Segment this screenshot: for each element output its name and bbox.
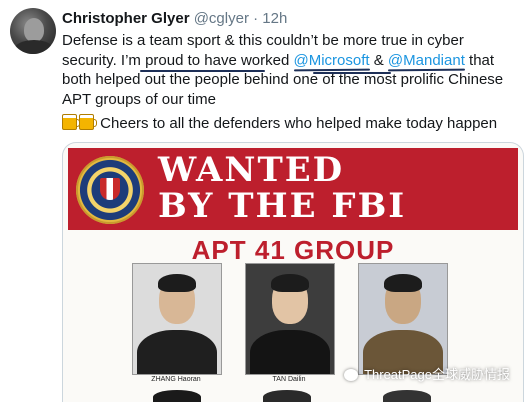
apt41-title: APT 41 GROUP: [191, 235, 395, 265]
avatar[interactable]: [10, 8, 56, 54]
hand-underline: [140, 70, 265, 72]
cheers-text: Cheers to all the defenders who helped m…: [100, 115, 498, 132]
avatar-shoulders: [14, 40, 54, 54]
tweet-time[interactable]: 12h: [262, 10, 287, 27]
wanted-banner: WANTED BY THE FBI: [68, 148, 518, 230]
photo-body: [137, 330, 217, 374]
suspect-photo-partial: [383, 390, 431, 402]
time-separator: ·: [253, 10, 259, 27]
suspect-caption: TAN Dailin: [272, 376, 306, 383]
suspect-photo: [358, 263, 448, 375]
mention-mandiant[interactable]: @Mandiant: [388, 52, 465, 69]
wanted-line: WANTED: [158, 150, 345, 190]
suspect-photo-partial: [263, 390, 311, 402]
hand-underline: [313, 72, 391, 74]
tweet-text: Defense is a team sport & this couldn’t …: [62, 31, 522, 109]
author-handle[interactable]: @cglyer: [194, 10, 249, 27]
by-the-fbi-line: BY THE FBI: [158, 186, 407, 226]
wanted-poster-image[interactable]: WANTED BY THE FBI APT 41 GROUP ZHANG Hao…: [62, 142, 524, 402]
cheers-line: Cheers to all the defenders who helped m…: [62, 114, 497, 132]
beer-mug-icon: [79, 114, 97, 130]
suspect-photo: [245, 263, 335, 375]
beer-mug-icon: [62, 114, 80, 130]
avatar-face: [24, 18, 44, 42]
photo-hair: [384, 274, 422, 292]
suspect-caption: ZHANG Haoran: [151, 376, 201, 383]
watermark: ThreatPage全球威胁情报: [344, 364, 510, 383]
watermark-text: ThreatPage全球威胁情报: [364, 367, 510, 382]
suspect-photo-partial: [153, 390, 201, 402]
tweet-text-mid: &: [369, 51, 388, 69]
wanted-headline: WANTED BY THE FBI: [158, 152, 406, 224]
tweet-header: Christopher Glyer @cglyer · 12h: [62, 10, 287, 27]
fbi-seal: [76, 156, 144, 224]
author-name[interactable]: Christopher Glyer: [62, 10, 190, 27]
mention-microsoft[interactable]: @Microsoft: [294, 52, 370, 69]
tweet-paragraph: Defense is a team sport & this couldn’t …: [62, 31, 522, 109]
wechat-icon: [344, 369, 359, 381]
photo-hair: [158, 274, 196, 292]
suspect-photo: [132, 263, 222, 375]
photo-hair: [271, 274, 309, 292]
photo-body: [250, 330, 330, 374]
